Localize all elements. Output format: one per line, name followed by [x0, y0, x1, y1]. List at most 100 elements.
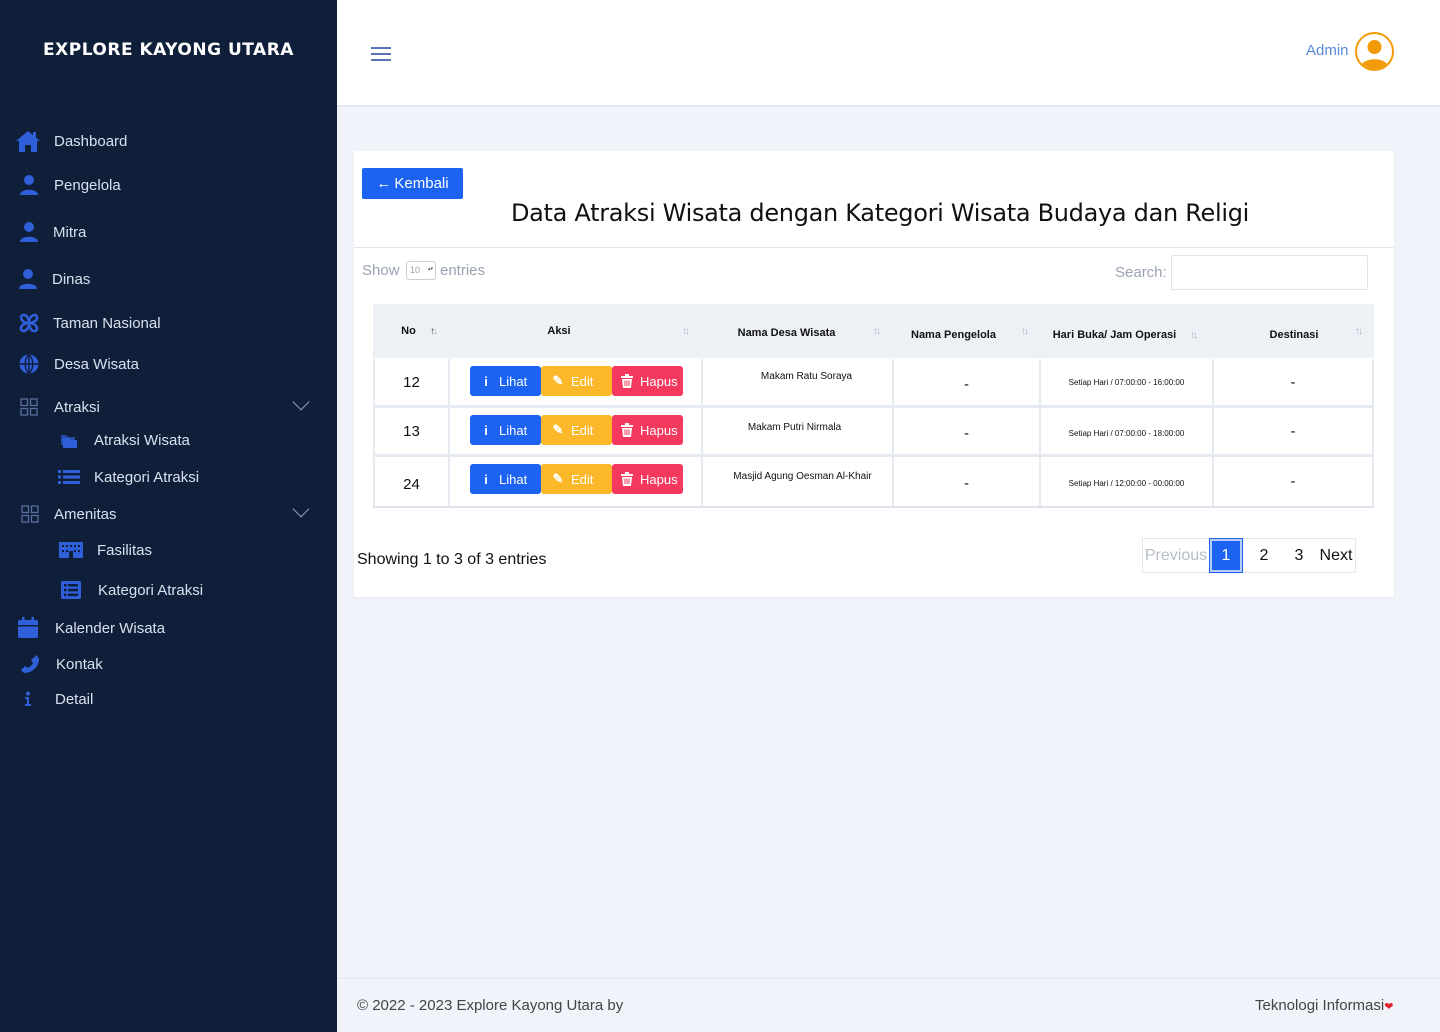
sidebar-item-dashboard[interactable]: Dashboard: [0, 124, 337, 158]
column-header-no[interactable]: No ↑↓: [373, 304, 450, 358]
cell-jam: Setiap Hari / 07:00:00 - 16:00:00: [1041, 359, 1214, 405]
pagination-page-1[interactable]: 1: [1209, 538, 1243, 573]
delete-button[interactable]: Hapus: [612, 366, 683, 396]
user-icon: [15, 266, 41, 292]
edit-button[interactable]: ✎ Edit: [541, 415, 612, 445]
view-button[interactable]: i Lihat: [470, 464, 541, 494]
sidebar-item-mitra[interactable]: Mitra: [0, 215, 337, 249]
sidebar-item-atraksi[interactable]: Atraksi: [0, 390, 337, 424]
user-name[interactable]: Admin: [1306, 42, 1349, 59]
delete-button[interactable]: Hapus: [612, 415, 683, 445]
edit-button-label: Edit: [571, 422, 594, 438]
cell-no: 24: [373, 457, 450, 506]
globe-icon: [16, 351, 42, 377]
sidebar-item-detail[interactable]: Detail: [0, 682, 337, 716]
sidebar-item-label: Mitra: [53, 223, 87, 241]
user-icon: [16, 172, 42, 198]
edit-button[interactable]: ✎ Edit: [541, 464, 612, 494]
arrow-left-icon: ←: [376, 175, 392, 192]
sidebar-item-label: Detail: [55, 690, 94, 708]
sidebar-item-label: Fasilitas: [97, 541, 153, 559]
building-icon: [58, 537, 84, 563]
cell-pengelola: -: [894, 359, 1041, 405]
list-alt-icon: [58, 577, 84, 603]
cell-aksi: i Lihat ✎ Edit Hapus: [450, 359, 703, 405]
edit-button-label: Edit: [571, 373, 594, 389]
cell-aksi: i Lihat ✎ Edit Hapus: [450, 457, 703, 506]
table-row: 24 i Lihat ✎ Edit Hapus Masjid Agung Oesma…: [373, 457, 1374, 508]
footer-copyright: © 2022 - 2023 Explore Kayong Utara by: [357, 997, 624, 1014]
sidebar-item-taman-nasional[interactable]: Taman Nasional: [0, 306, 337, 340]
sidebar-item-label: Taman Nasional: [53, 314, 161, 332]
back-button-label: Kembali: [394, 175, 449, 192]
view-button-label: Lihat: [499, 422, 528, 438]
home-icon: [15, 128, 41, 154]
trash-icon: [620, 374, 634, 388]
sidebar-item-kategori-atraksi-2[interactable]: Kategori Atraksi: [0, 573, 337, 607]
footer-credit[interactable]: Teknologi Informasi❤: [1255, 997, 1393, 1014]
sort-icon: ↑↓: [1190, 330, 1198, 341]
sidebar-item-desa-wisata[interactable]: Desa Wisata: [0, 347, 337, 381]
divider: [354, 247, 1394, 248]
brand-logo[interactable]: EXPLORE KAYONG UTARA: [0, 40, 337, 60]
edit-button[interactable]: ✎ Edit: [541, 366, 612, 396]
sort-icon: ↑↓: [1021, 326, 1029, 337]
sidebar-item-kalender-wisata[interactable]: Kalender Wisata: [0, 611, 337, 645]
table-row: 12 i Lihat ✎ Edit Hapus Makam Ratu Soraya …: [373, 359, 1374, 408]
sidebar-item-label: Dinas: [52, 270, 91, 288]
info-icon: [15, 686, 41, 712]
entries-select[interactable]: 10: [406, 261, 436, 280]
fan-icon: [16, 310, 42, 336]
menu-toggle-button[interactable]: [371, 47, 391, 61]
cell-pengelola: -: [894, 408, 1041, 454]
sidebar-item-kontak[interactable]: Kontak: [0, 647, 337, 681]
delete-button-label: Hapus: [640, 373, 678, 389]
back-button[interactable]: ← Kembali: [362, 168, 463, 199]
info-icon: i: [484, 422, 488, 438]
column-header-pengelola[interactable]: Nama Pengelola ↑↓: [894, 304, 1041, 358]
chevron-down-icon: [292, 500, 310, 518]
cell-jam: Setiap Hari / 12:00:00 - 00:00:00: [1041, 457, 1214, 506]
entries-label: entries: [440, 262, 486, 279]
pagination-page-2[interactable]: 2: [1248, 539, 1280, 572]
column-header-jam[interactable]: Hari Buka/ Jam Operasi ↑↓: [1041, 304, 1214, 358]
sidebar-item-pengelola[interactable]: Pengelola: [0, 168, 337, 202]
search-label: Search:: [1115, 264, 1167, 281]
avatar[interactable]: [1355, 32, 1394, 71]
search-input[interactable]: [1171, 255, 1368, 290]
cell-text: Makam Putri Nirmala: [747, 422, 842, 433]
cell-no: 13: [373, 408, 450, 454]
sort-icon: ↑↓: [682, 326, 690, 337]
column-header-nama-desa[interactable]: Nama Desa Wisata ↑↓: [703, 304, 894, 358]
pagination-next[interactable]: Next: [1316, 539, 1356, 572]
view-button[interactable]: i Lihat: [470, 366, 541, 396]
calendar-icon: [15, 615, 41, 641]
sidebar-item-kategori-atraksi[interactable]: Kategori Atraksi: [0, 460, 337, 494]
sidebar-item-label: Amenitas: [54, 505, 117, 523]
phone-icon: [17, 651, 43, 677]
sidebar-item-atraksi-wisata[interactable]: Atraksi Wisata: [0, 423, 337, 457]
sidebar-item-fasilitas[interactable]: Fasilitas: [0, 533, 337, 567]
column-header-aksi[interactable]: Aksi ↑↓: [450, 304, 703, 358]
cell-destinasi: -: [1214, 359, 1374, 405]
folder-icon: [55, 427, 81, 453]
heart-icon: ❤: [1384, 1001, 1394, 1013]
cell-aksi: i Lihat ✎ Edit Hapus: [450, 408, 703, 454]
column-header-destinasi[interactable]: Destinasi ↑↓: [1214, 304, 1374, 358]
sidebar: EXPLORE KAYONG UTARA Dashboard Pengelola…: [0, 0, 337, 1032]
pagination-previous[interactable]: Previous: [1143, 539, 1209, 572]
sidebar-item-label: Kontak: [56, 655, 103, 673]
pagination: Previous 1 2 3 Next: [1142, 538, 1356, 573]
sidebar-item-dinas[interactable]: Dinas: [0, 262, 337, 296]
entries-select-value: 10: [410, 265, 421, 275]
pagination-page-3[interactable]: 3: [1283, 539, 1315, 572]
sidebar-item-amenitas[interactable]: Amenitas: [0, 497, 337, 531]
cell-destinasi: -: [1214, 457, 1374, 506]
page-title: Data Atraksi Wisata dengan Kategori Wisa…: [510, 199, 1250, 227]
view-button-label: Lihat: [499, 471, 528, 487]
view-button[interactable]: i Lihat: [470, 415, 541, 445]
column-header-label: Nama Desa Wisata: [737, 327, 836, 339]
delete-button[interactable]: Hapus: [612, 464, 683, 494]
sidebar-item-label: Atraksi Wisata: [94, 431, 190, 449]
table-row: 13 i Lihat ✎ Edit Hapus Makam Putri Nirmal…: [373, 408, 1374, 457]
